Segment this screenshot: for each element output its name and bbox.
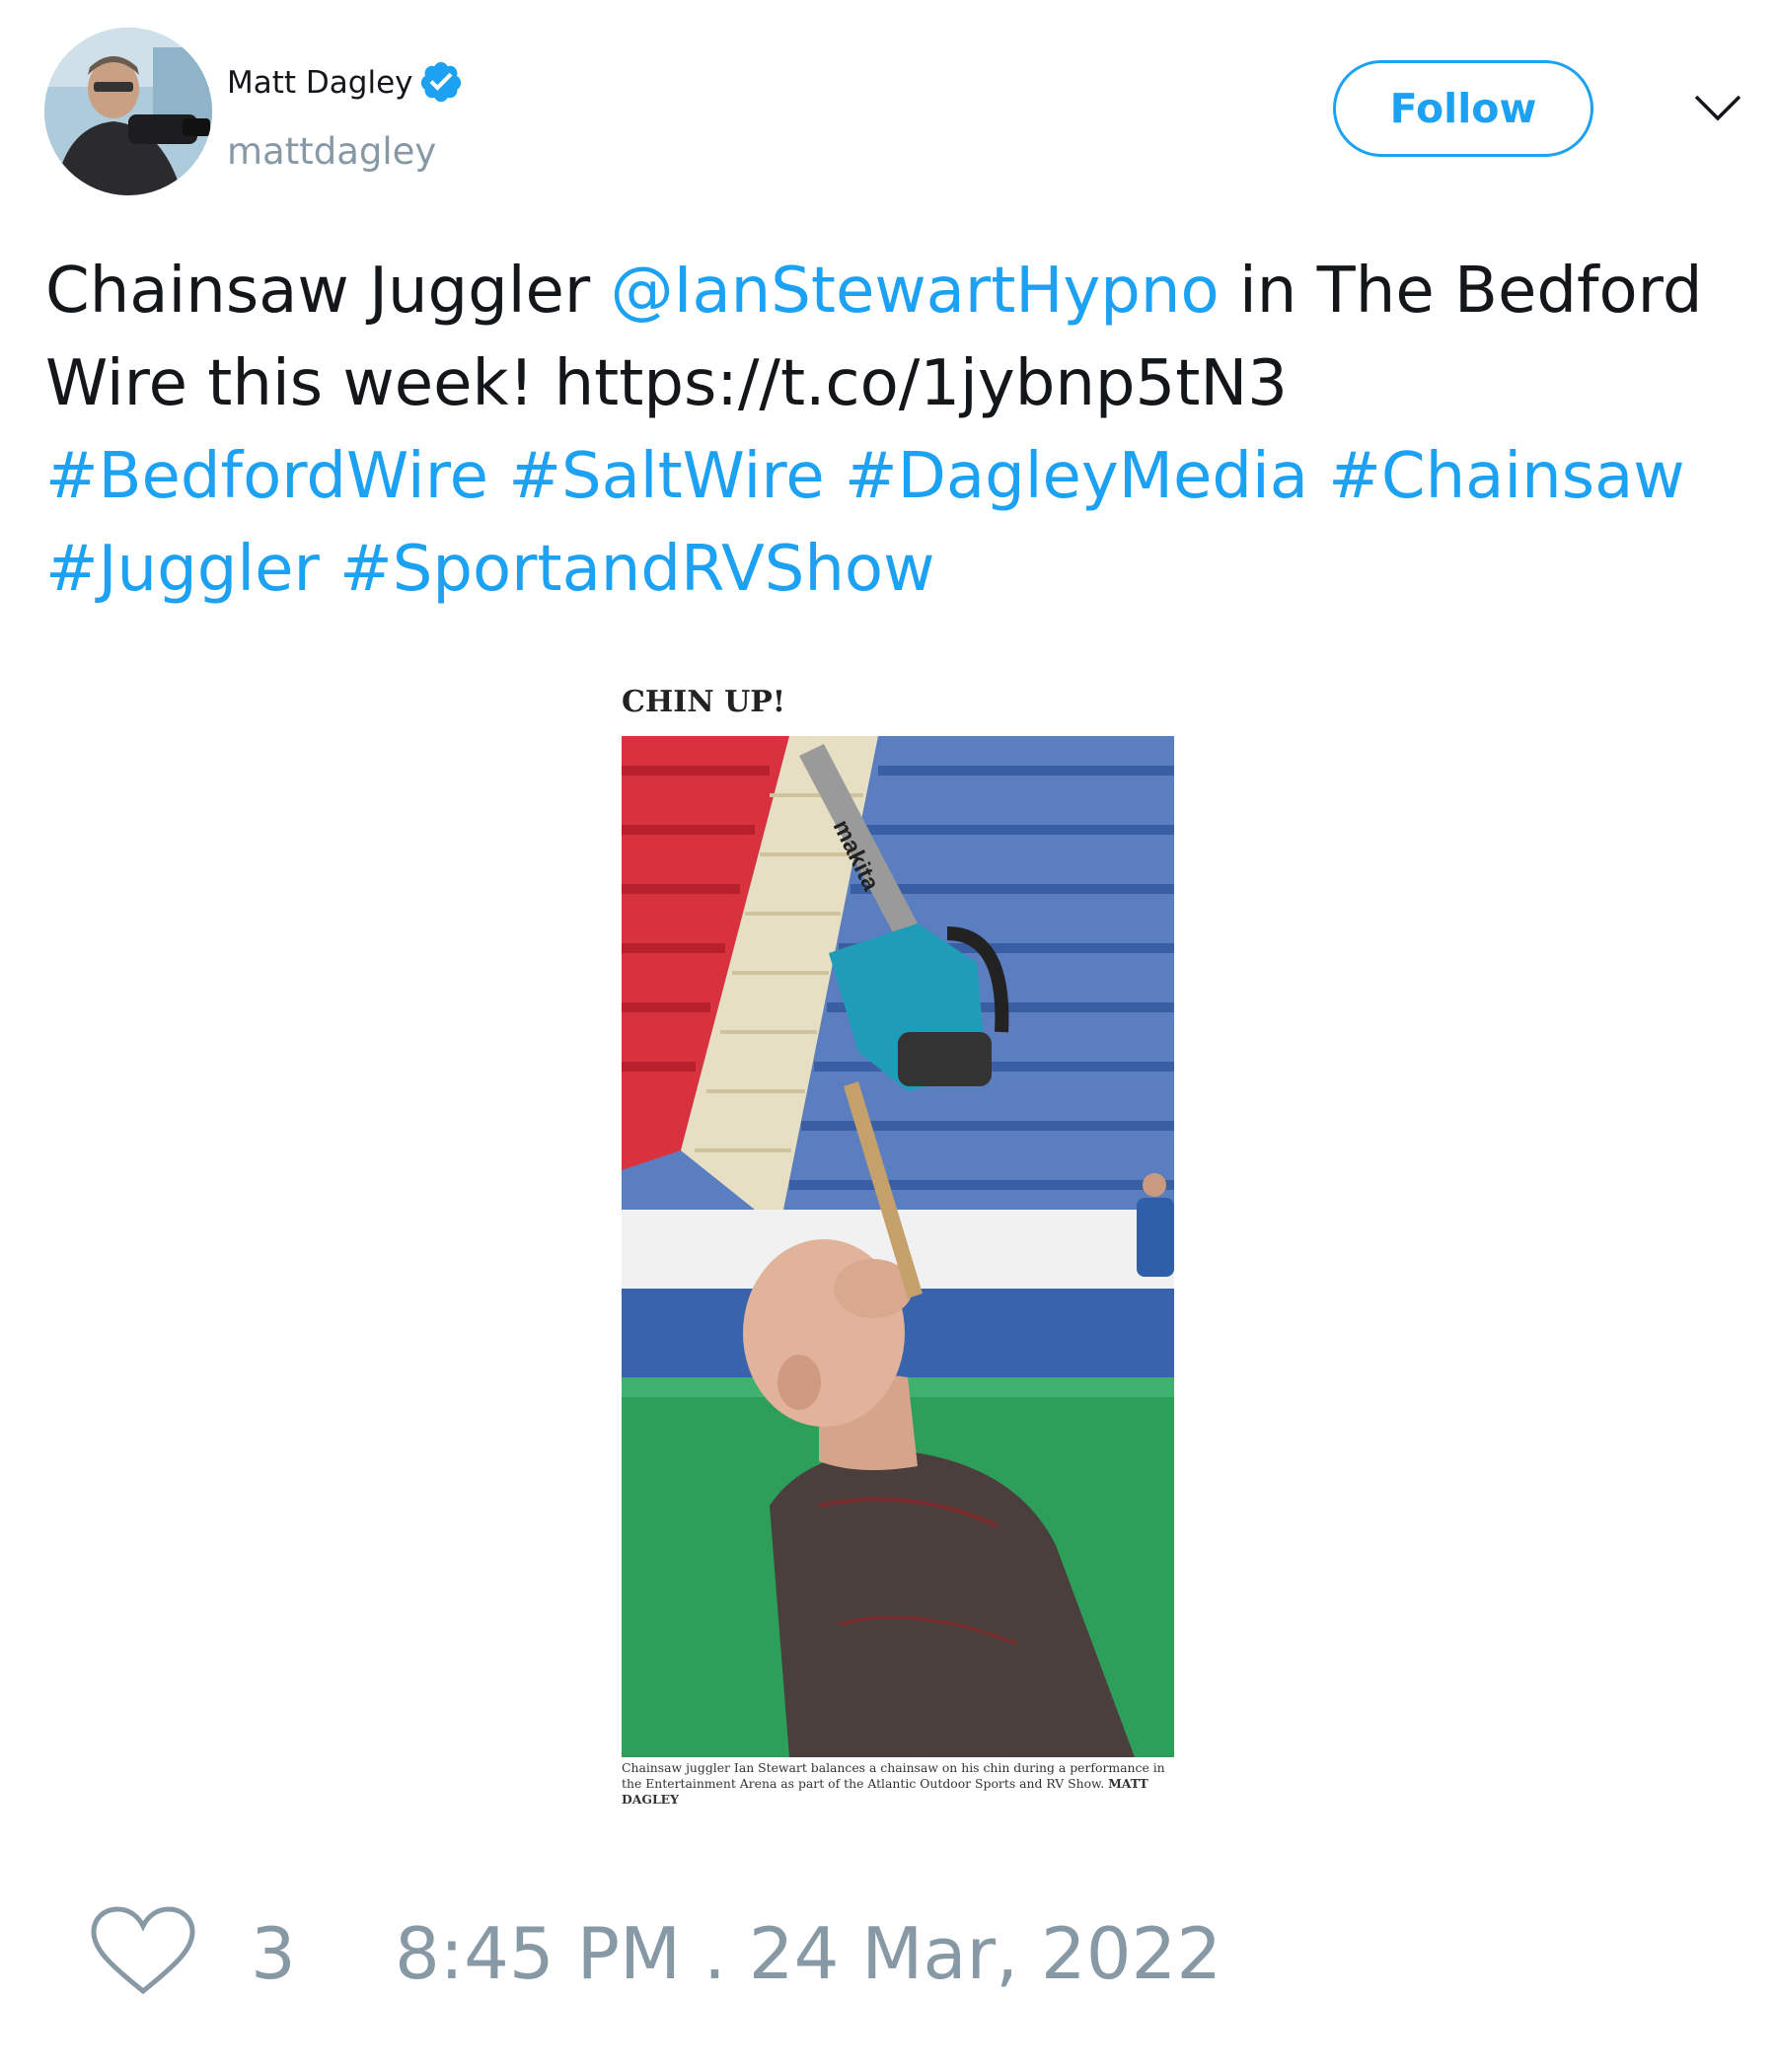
tweet-media[interactable]: CHIN UP! makita Chainsaw juggler Ian Ste… (612, 681, 1184, 1815)
hashtag-link[interactable]: #DagleyMedia (845, 440, 1308, 513)
hashtag-link[interactable]: #Chainsaw (1328, 440, 1684, 513)
hashtag-link[interactable]: #BedfordWire (45, 440, 488, 513)
author-handle[interactable]: mattdagley (227, 130, 436, 173)
verified-badge-icon (420, 61, 462, 103)
photo-caption: Chainsaw juggler Ian Stewart balances a … (622, 1760, 1179, 1808)
like-count: 3 (251, 1912, 296, 1995)
author-display-name[interactable]: Matt Dagley (227, 65, 412, 101)
profile-photo (44, 28, 212, 195)
tweet-timestamp[interactable]: 8:45 PM . 24 Mar, 2022 (395, 1912, 1221, 1995)
tweet-text: Chainsaw Juggler @IanStewartHypno in The… (45, 245, 1742, 616)
tweet-text-segment (488, 440, 508, 513)
hashtag-link[interactable]: #SaltWire (508, 440, 824, 513)
clipping-headline: CHIN UP! (622, 685, 786, 719)
hashtag-link[interactable]: #SportandRVShow (339, 533, 934, 606)
tweet-text-segment: Chainsaw Juggler (45, 255, 611, 328)
tweet-text-segment (1308, 440, 1328, 513)
chainsaw-juggler-photo: makita (622, 736, 1174, 1757)
hashtag-link[interactable]: #Juggler (45, 533, 320, 606)
tweet-text-segment (320, 533, 339, 606)
follow-button[interactable]: Follow (1333, 60, 1593, 157)
mention-link[interactable]: @IanStewartHypno (611, 255, 1220, 328)
tweet-text-segment (825, 440, 845, 513)
caption-text: Chainsaw juggler Ian Stewart balances a … (622, 1760, 1165, 1791)
chevron-down-icon[interactable] (1693, 91, 1742, 126)
avatar[interactable] (44, 28, 212, 195)
heart-icon[interactable] (89, 1904, 197, 1999)
newspaper-photo: makita (622, 736, 1174, 1757)
tweet-footer: 3 8:45 PM . 24 Mar, 2022 (0, 1885, 1776, 2003)
tweet-header: Matt Dagley mattdagley Follow (0, 0, 1776, 217)
